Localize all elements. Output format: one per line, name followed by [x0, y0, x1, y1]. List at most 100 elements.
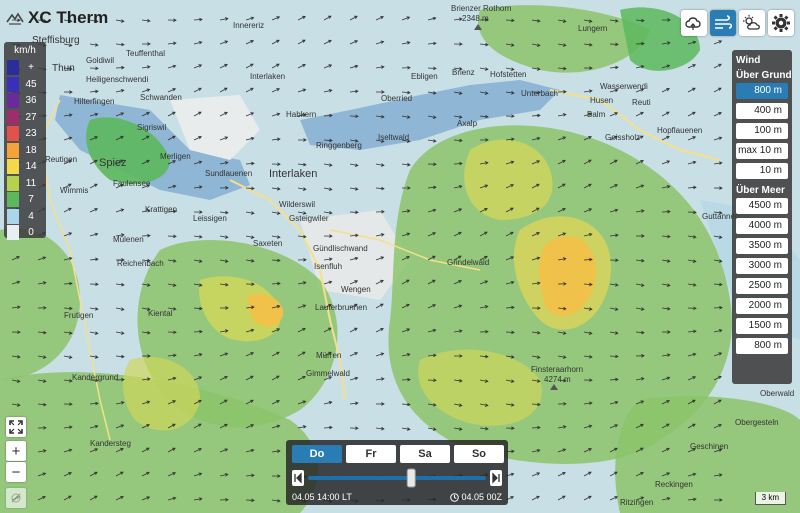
level-button[interactable]: 1500 m	[736, 318, 788, 334]
thermal-layer-button[interactable]	[681, 10, 707, 36]
panel-title: Wind	[736, 55, 761, 66]
place-label: Innereriz	[233, 21, 264, 30]
place-label: Iseltwald	[378, 133, 409, 142]
wind-icon	[715, 15, 733, 29]
place-label: Gimmelwald	[306, 369, 350, 378]
place-label: Saxeten	[253, 239, 282, 248]
place-label: Leissigen	[193, 214, 227, 223]
sea-section-label: Über Meer	[736, 185, 785, 196]
locate-icon	[11, 493, 21, 503]
legend-value: 23	[25, 128, 37, 139]
place-label: Reutigen	[45, 155, 77, 164]
legend-item: 45	[7, 76, 43, 93]
legend-unit: km/h	[14, 45, 36, 56]
place-label: Goldiwil	[86, 56, 114, 65]
place-label: Geschinen	[690, 442, 728, 451]
scale-bar: 3 km	[754, 492, 786, 505]
place-label: Brienzer Rothorn	[451, 4, 511, 13]
place-label: Unterbach	[521, 89, 558, 98]
place-label: Spiez	[99, 157, 127, 169]
place-label: Teuffenthal	[126, 49, 165, 58]
legend-swatch	[7, 76, 19, 92]
level-button[interactable]: 10 m	[736, 163, 788, 179]
legend-swatch	[7, 159, 19, 174]
locate-button[interactable]	[6, 488, 26, 508]
level-button[interactable]: 4500 m	[736, 198, 788, 214]
legend-value: 4	[28, 210, 34, 222]
legend-value: 0	[28, 227, 34, 238]
legend-value: 7	[28, 194, 34, 205]
layer-toolbar	[681, 10, 794, 36]
place-label: Balm	[587, 110, 606, 119]
legend-swatch	[7, 109, 19, 125]
level-button[interactable]: 4000 m	[736, 218, 788, 234]
level-button[interactable]: 800 m	[736, 83, 788, 99]
legend-item: 7	[7, 191, 43, 208]
legend-swatch	[7, 225, 19, 240]
level-button[interactable]: 100 m	[736, 123, 788, 139]
place-label: Reuti	[632, 98, 651, 107]
legend-item: 0	[7, 224, 43, 241]
legend-swatch	[7, 60, 19, 75]
legend-value: 18	[25, 144, 37, 156]
weather-layer-button[interactable]	[739, 10, 765, 36]
place-label: Geissholz	[605, 133, 640, 142]
legend-swatch	[7, 126, 19, 141]
place-label: Wengen	[341, 285, 371, 294]
settings-button[interactable]	[768, 10, 794, 36]
place-label: Husen	[590, 96, 613, 105]
place-label: Lauterbrunnen	[315, 303, 367, 312]
place-label: Sundlauenen	[205, 169, 252, 178]
wind-layer-button[interactable]	[710, 10, 736, 36]
app-title-text: XC Therm	[28, 8, 109, 27]
place-label: Kiental	[148, 309, 173, 318]
legend-item: 14	[7, 158, 43, 175]
place-label: Heiligenschwendi	[86, 75, 148, 84]
legend-value: 45	[25, 78, 37, 90]
zoom-out-button[interactable]: −	[6, 462, 26, 482]
level-button[interactable]: 800 m	[736, 338, 788, 354]
minus-icon: −	[11, 463, 21, 481]
place-label: Wasserwendi	[600, 82, 648, 91]
legend-swatch	[7, 175, 19, 191]
utc-time-display: 04.05 00Z	[450, 492, 502, 502]
time-control: Do Fr Sa So 04.05 14:00 LT 04.05 00Z	[286, 440, 508, 505]
place-label: Hofstetten	[490, 70, 526, 79]
sea-level-list: 4500 m 4000 m 3500 m 3000 m 2500 m 2000 m 1500…	[732, 198, 792, 354]
level-button[interactable]: 3000 m	[736, 258, 788, 274]
fullscreen-button[interactable]	[6, 417, 26, 437]
plus-icon: +	[11, 442, 21, 460]
legend-item: 11	[7, 175, 43, 192]
place-label: Gsteigwiler	[289, 214, 329, 223]
weather-icon	[743, 15, 760, 30]
slider-thumb[interactable]	[406, 468, 416, 488]
level-button[interactable]: 2500 m	[736, 278, 788, 294]
thermal-icon	[685, 17, 701, 30]
legend-value: 14	[25, 161, 37, 172]
place-label: Interlaken	[250, 72, 285, 81]
legend-item: 4	[7, 208, 43, 225]
zoom-in-button[interactable]: +	[6, 441, 26, 461]
place-label: Merligen	[160, 152, 191, 161]
level-button[interactable]: max 10 m	[736, 143, 788, 159]
place-label: Ebligen	[411, 72, 438, 81]
wind-map[interactable]: Steffisburg Thun Goldiwil Heiligenschwen…	[0, 0, 800, 513]
legend-item: +	[7, 59, 43, 76]
level-button[interactable]: 3500 m	[736, 238, 788, 254]
place-label: Mürren	[316, 351, 341, 360]
gear-icon	[772, 14, 790, 32]
place-label: Grindelwald	[447, 258, 489, 267]
legend-swatch	[7, 208, 19, 224]
place-label: Reichenbach	[117, 259, 164, 268]
place-label: Ritzingen	[620, 498, 653, 507]
legend-item: 27	[7, 109, 43, 126]
place-label: Schwanden	[140, 93, 182, 102]
place-label: Kandersteg	[90, 439, 131, 448]
place-label: Wilderswil	[279, 200, 315, 209]
slider-track[interactable]	[308, 476, 486, 480]
level-button[interactable]: 400 m	[736, 103, 788, 119]
place-label: Brienz	[452, 68, 475, 77]
place-label: Interlaken	[269, 168, 317, 180]
fullscreen-icon	[9, 420, 23, 434]
level-button[interactable]: 2000 m	[736, 298, 788, 314]
